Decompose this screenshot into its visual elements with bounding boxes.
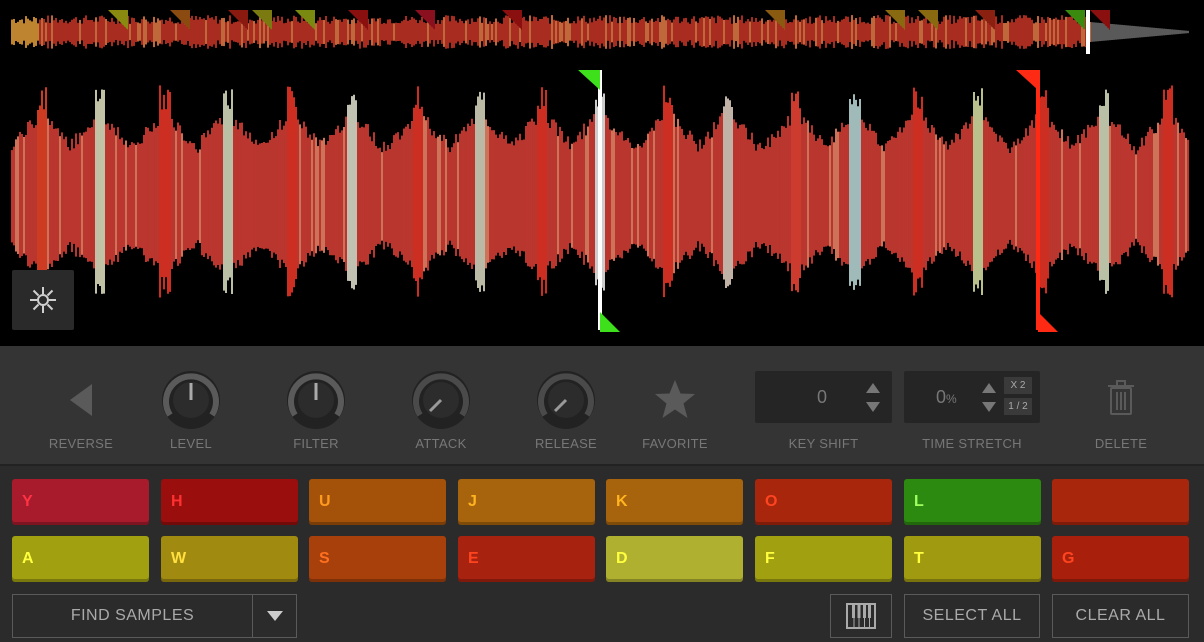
- release-label: RELEASE: [534, 436, 598, 451]
- pad-l[interactable]: L: [904, 479, 1041, 525]
- up-arrow-icon[interactable]: [866, 383, 880, 393]
- pad-g[interactable]: G: [1052, 536, 1189, 582]
- pad-label: O: [765, 493, 778, 510]
- main-waveform[interactable]: [0, 60, 1204, 346]
- key-shift-box: 0: [755, 371, 892, 423]
- attack-knob[interactable]: ATTACK: [386, 346, 496, 464]
- pad-label: L: [914, 493, 924, 510]
- filter-knob[interactable]: FILTER: [261, 346, 371, 464]
- overview-waveform[interactable]: [0, 0, 1204, 60]
- release-knob-graphic: [537, 371, 595, 429]
- time-stretch-half-button[interactable]: 1 / 2: [1004, 398, 1032, 415]
- key-shift-stepper[interactable]: [865, 382, 881, 414]
- pad-a[interactable]: A: [12, 536, 149, 582]
- favorite-label: FAVORITE: [642, 436, 708, 451]
- pad-u[interactable]: U: [309, 479, 446, 525]
- pad-k[interactable]: K: [606, 479, 743, 525]
- delete-control[interactable]: DELETE: [1066, 346, 1176, 464]
- pad-blank[interactable]: [1052, 479, 1189, 525]
- find-samples-button[interactable]: FIND SAMPLES: [12, 594, 253, 638]
- pad-label: A: [22, 550, 34, 567]
- find-samples-label: FIND SAMPLES: [70, 607, 195, 624]
- time-stretch-number: 0: [936, 387, 947, 407]
- level-knob-graphic: [162, 371, 220, 429]
- reverse-control[interactable]: REVERSE: [26, 346, 136, 464]
- pad-w[interactable]: W: [161, 536, 298, 582]
- attack-label: ATTACK: [415, 436, 467, 451]
- pad-h[interactable]: H: [161, 479, 298, 525]
- freeze-button[interactable]: [12, 270, 74, 330]
- favorite-control[interactable]: FAVORITE: [620, 346, 730, 464]
- time-stretch-double-button[interactable]: X 2: [1004, 377, 1032, 394]
- time-stretch-box: 0% X 2 1 / 2: [904, 371, 1040, 423]
- down-arrow-icon[interactable]: [866, 402, 880, 412]
- attack-knob-graphic: [412, 371, 470, 429]
- time-stretch-label: TIME STRETCH: [922, 436, 1022, 451]
- up-arrow-icon[interactable]: [982, 383, 996, 393]
- pad-s[interactable]: S: [309, 536, 446, 582]
- clear-all-label: CLEAR ALL: [1075, 607, 1166, 624]
- sample-pads-area: YHUJKOLAWSEDFTG FIND SAMPLES SELECT ALL …: [0, 466, 1204, 642]
- pad-o[interactable]: O: [755, 479, 892, 525]
- time-stretch-value: 0%: [936, 387, 957, 408]
- key-shift-label: KEY SHIFT: [788, 436, 859, 451]
- reverse-label: REVERSE: [48, 436, 114, 451]
- time-stretch-unit: %: [946, 392, 957, 406]
- delete-label: DELETE: [1094, 436, 1148, 451]
- keyboard-button[interactable]: [830, 594, 892, 638]
- clear-all-button[interactable]: CLEAR ALL: [1052, 594, 1189, 638]
- level-label: LEVEL: [170, 436, 212, 451]
- play-reverse-icon: [70, 384, 92, 416]
- pad-label: W: [171, 550, 187, 567]
- chevron-down-icon: [266, 611, 283, 621]
- pad-t[interactable]: T: [904, 536, 1041, 582]
- pad-y[interactable]: Y: [12, 479, 149, 525]
- overview-waveform-graphic: [11, 10, 1189, 54]
- pad-label: D: [616, 550, 628, 567]
- filter-knob-graphic: [287, 371, 345, 429]
- select-all-label: SELECT ALL: [922, 607, 1022, 624]
- pad-f[interactable]: F: [755, 536, 892, 582]
- piano-keyboard-icon: [846, 603, 876, 629]
- overview-playhead: [1086, 10, 1090, 54]
- star-icon: [655, 380, 695, 418]
- release-knob[interactable]: RELEASE: [511, 346, 621, 464]
- pad-j[interactable]: J: [458, 479, 595, 525]
- main-waveform-graphic: [11, 70, 1189, 332]
- find-samples-dropdown[interactable]: [252, 594, 297, 638]
- pad-label: Y: [22, 493, 33, 510]
- filter-label: FILTER: [293, 436, 339, 451]
- key-shift-value: 0: [817, 387, 828, 407]
- time-stretch-stepper[interactable]: [981, 382, 997, 414]
- pad-label: F: [765, 550, 775, 567]
- pad-label: J: [468, 493, 477, 510]
- pad-label: E: [468, 550, 479, 567]
- pad-label: H: [171, 493, 183, 510]
- pad-label: G: [1062, 550, 1075, 567]
- pad-d[interactable]: D: [606, 536, 743, 582]
- level-knob[interactable]: LEVEL: [136, 346, 246, 464]
- sample-controls-bar: REVERSE LEVEL FILTER ATTACK RELEASE FAVO…: [0, 346, 1204, 466]
- snowflake-sun-icon: [30, 287, 56, 313]
- trash-icon: [1108, 380, 1134, 415]
- down-arrow-icon[interactable]: [982, 402, 996, 412]
- pad-label: U: [319, 493, 331, 510]
- pad-e[interactable]: E: [458, 536, 595, 582]
- pad-label: T: [914, 550, 924, 567]
- pad-label: K: [616, 493, 628, 510]
- pad-label: S: [319, 550, 330, 567]
- select-all-button[interactable]: SELECT ALL: [904, 594, 1040, 638]
